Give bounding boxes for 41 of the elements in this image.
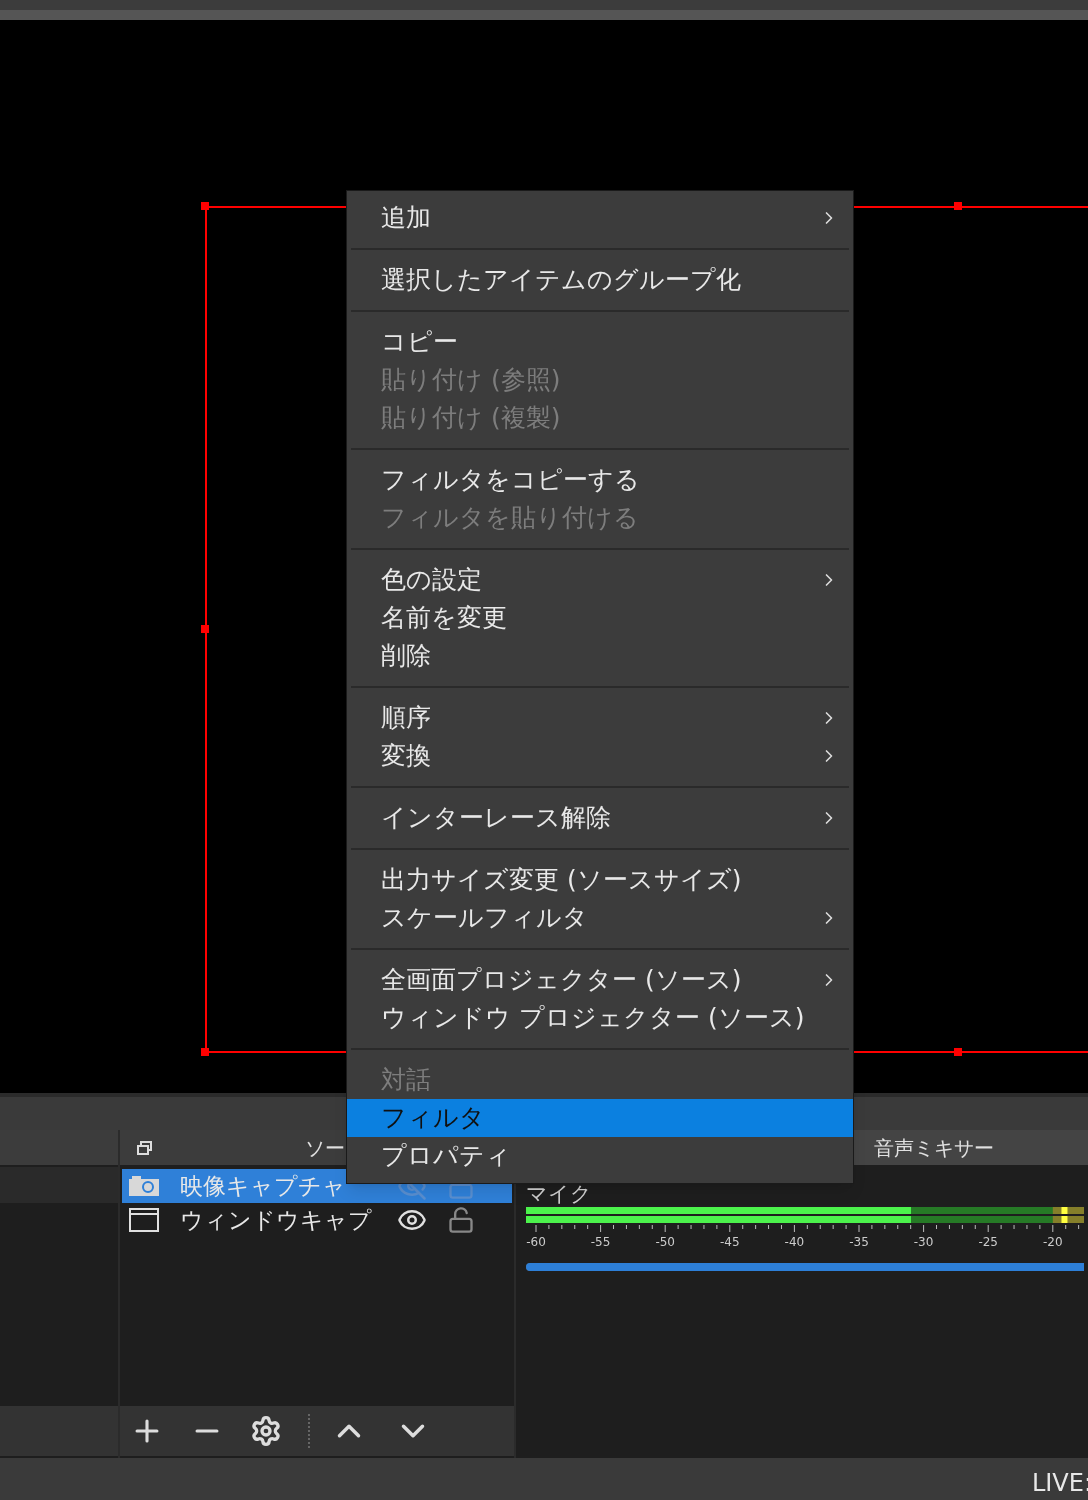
menu-item[interactable]: コピー [347, 323, 853, 361]
menu-item[interactable]: 選択したアイテムのグループ化 [347, 261, 853, 299]
menu-item[interactable]: フィルタ [347, 1099, 853, 1137]
menu-item[interactable]: インターレース解除 [347, 799, 853, 837]
volume-slider[interactable] [526, 1263, 1084, 1271]
scale-label: -20 [1043, 1234, 1063, 1251]
menu-item[interactable]: スケールフィルタ [347, 899, 853, 937]
resize-handle[interactable] [954, 1048, 962, 1056]
menu-item[interactable]: 全画面プロジェクター (ソース) [347, 961, 853, 999]
scale-label: -25 [978, 1234, 998, 1251]
menu-item[interactable]: フィルタをコピーする [347, 461, 853, 499]
menu-item[interactable]: 色の設定 [347, 561, 853, 599]
scale-label: -35 [849, 1234, 869, 1251]
source-name: ウィンドウキャプ [180, 1205, 373, 1235]
resize-handle[interactable] [201, 625, 209, 633]
menu-item[interactable]: 出力サイズ変更 (ソースサイズ) [347, 861, 853, 899]
menu-item[interactable]: 追加 [347, 199, 853, 237]
resize-handle[interactable] [954, 202, 962, 210]
resize-handle[interactable] [201, 1048, 209, 1056]
menu-item[interactable]: ウィンドウ プロジェクター (ソース) [347, 999, 853, 1037]
scale-label: -30 [913, 1234, 934, 1251]
settings-button[interactable] [250, 1415, 282, 1447]
scale-label: -60 [526, 1234, 546, 1251]
menu-item[interactable]: 順序 [347, 699, 853, 737]
camera-icon [128, 1175, 160, 1197]
menu-item[interactable]: 名前を変更 [347, 599, 853, 637]
source-name: 映像キャプチャ [180, 1171, 347, 1201]
undock-icon[interactable] [136, 1139, 154, 1156]
panel-title: 音声ミキサー [874, 1134, 994, 1162]
menu-item[interactable]: 変換 [347, 737, 853, 775]
panel-title: ソー [305, 1134, 345, 1162]
window-icon [129, 1208, 159, 1232]
channel-name: マイク [526, 1182, 593, 1206]
menu-item[interactable]: 削除 [347, 637, 853, 675]
unlock-icon[interactable] [447, 1206, 475, 1234]
scale-label: -40 [784, 1234, 805, 1251]
resize-handle[interactable] [201, 202, 209, 210]
scale-label: -50 [655, 1234, 675, 1251]
scale-label: -45 [720, 1234, 740, 1251]
scale-label: -55 [590, 1234, 611, 1251]
source-item[interactable]: ウィンドウキャプ [122, 1203, 512, 1237]
